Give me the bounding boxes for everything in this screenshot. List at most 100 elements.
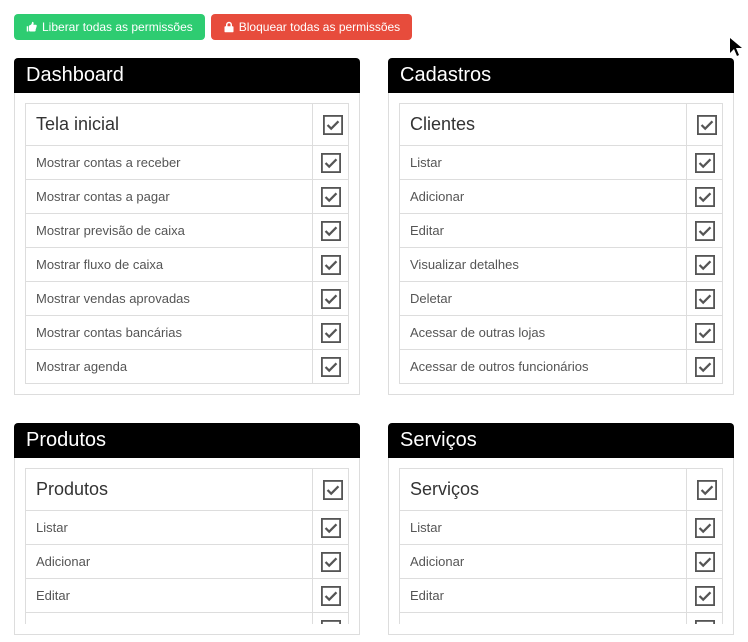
permission-label: Listar [400, 511, 687, 545]
permission-row: Listar [26, 511, 349, 545]
permission-label: Mostrar contas bancárias [26, 316, 313, 350]
permission-checkbox[interactable] [313, 350, 349, 384]
permission-checkbox[interactable] [687, 350, 723, 384]
panel-body: ServiçosListarAdicionarEditarVisualizar … [388, 458, 734, 635]
permission-checkbox[interactable] [313, 248, 349, 282]
permission-row: Adicionar [400, 180, 723, 214]
permission-row: Mostrar fluxo de caixa [26, 248, 349, 282]
permission-label: Mostrar previsão de caixa [26, 214, 313, 248]
permission-group-header: Produtos [26, 469, 349, 511]
permission-group-header: Tela inicial [26, 104, 349, 146]
scroll-area[interactable]: ClientesListarAdicionarEditarVisualizar … [399, 103, 723, 384]
permission-label: Listar [26, 511, 313, 545]
permission-checkbox[interactable] [687, 579, 723, 613]
permission-label: Mostrar fluxo de caixa [26, 248, 313, 282]
panel: ServiçosServiçosListarAdicionarEditarVis… [388, 423, 734, 635]
permission-checkbox[interactable] [313, 511, 349, 545]
permission-label: Acessar de outras lojas [400, 316, 687, 350]
permission-label: Adicionar [400, 545, 687, 579]
permission-checkbox[interactable] [687, 613, 723, 625]
permissions-table: Tela inicialMostrar contas a receberMost… [25, 103, 349, 384]
permission-checkbox[interactable] [687, 214, 723, 248]
permission-label: Visualizar detalhes [400, 248, 687, 282]
release-all-button[interactable]: Liberar todas as permissões [14, 14, 205, 40]
permission-row: Visualizar detalhes [26, 613, 349, 625]
permissions-table: ClientesListarAdicionarEditarVisualizar … [399, 103, 723, 384]
permission-checkbox[interactable] [687, 511, 723, 545]
permission-checkbox[interactable] [687, 248, 723, 282]
permission-row: Editar [400, 214, 723, 248]
permission-checkbox[interactable] [687, 282, 723, 316]
permission-group-title: Tela inicial [26, 104, 313, 146]
permission-label: Mostrar agenda [26, 350, 313, 384]
permission-checkbox[interactable] [313, 180, 349, 214]
permission-checkbox[interactable] [687, 146, 723, 180]
permission-group-header: Clientes [400, 104, 723, 146]
permission-checkbox[interactable] [313, 579, 349, 613]
permission-row: Acessar de outras lojas [400, 316, 723, 350]
permission-group-checkbox[interactable] [687, 104, 723, 146]
permission-row: Mostrar contas a receber [26, 146, 349, 180]
scroll-area[interactable]: ServiçosListarAdicionarEditarVisualizar … [399, 468, 723, 624]
scroll-area[interactable]: ProdutosListarAdicionarEditarVisualizar … [25, 468, 349, 624]
panel-body: ClientesListarAdicionarEditarVisualizar … [388, 93, 734, 395]
permission-label: Mostrar contas a receber [26, 146, 313, 180]
permission-row: Mostrar vendas aprovadas [26, 282, 349, 316]
panel-body: ProdutosListarAdicionarEditarVisualizar … [14, 458, 360, 635]
permission-row: Adicionar [400, 545, 723, 579]
permission-label: Editar [400, 579, 687, 613]
permission-label: Mostrar contas a pagar [26, 180, 313, 214]
permissions-table: ProdutosListarAdicionarEditarVisualizar … [25, 468, 349, 624]
panel: ProdutosProdutosListarAdicionarEditarVis… [14, 423, 360, 635]
permission-row: Listar [400, 146, 723, 180]
permission-group-checkbox[interactable] [687, 469, 723, 511]
permission-row: Mostrar contas a pagar [26, 180, 349, 214]
block-all-label: Bloquear todas as permissões [239, 20, 400, 34]
permission-label: Deletar [400, 282, 687, 316]
permission-label: Editar [26, 579, 313, 613]
panel-header: Produtos [14, 423, 360, 458]
block-all-button[interactable]: Bloquear todas as permissões [211, 14, 412, 40]
lock-icon [223, 21, 235, 33]
panel-body: Tela inicialMostrar contas a receberMost… [14, 93, 360, 395]
permission-group-title: Produtos [26, 469, 313, 511]
permission-label: Listar [400, 146, 687, 180]
permission-group-title: Serviços [400, 469, 687, 511]
permission-row: Editar [26, 579, 349, 613]
top-buttons: Liberar todas as permissões Bloquear tod… [14, 14, 734, 40]
scroll-area[interactable]: Tela inicialMostrar contas a receberMost… [25, 103, 349, 384]
permission-row: Adicionar [26, 545, 349, 579]
permission-checkbox[interactable] [687, 180, 723, 214]
permission-checkbox[interactable] [313, 316, 349, 350]
permission-checkbox[interactable] [313, 613, 349, 625]
permission-label: Adicionar [26, 545, 313, 579]
permission-checkbox[interactable] [687, 316, 723, 350]
permission-row: Mostrar contas bancárias [26, 316, 349, 350]
permission-label: Adicionar [400, 180, 687, 214]
permission-group-title: Clientes [400, 104, 687, 146]
permission-checkbox[interactable] [687, 545, 723, 579]
permissions-table: ServiçosListarAdicionarEditarVisualizar … [399, 468, 723, 624]
permission-row: Deletar [400, 282, 723, 316]
permission-label: Visualizar detalhes [26, 613, 313, 625]
permission-checkbox[interactable] [313, 146, 349, 180]
permission-row: Visualizar detalhes [400, 248, 723, 282]
permission-checkbox[interactable] [313, 282, 349, 316]
panel: CadastrosClientesListarAdicionarEditarVi… [388, 58, 734, 395]
permission-group-checkbox[interactable] [313, 469, 349, 511]
permission-group-checkbox[interactable] [313, 104, 349, 146]
permission-row: Mostrar previsão de caixa [26, 214, 349, 248]
permission-label: Acessar de outros funcionários [400, 350, 687, 384]
panel-header: Dashboard [14, 58, 360, 93]
permission-checkbox[interactable] [313, 214, 349, 248]
permission-row: Mostrar agenda [26, 350, 349, 384]
release-all-label: Liberar todas as permissões [42, 20, 193, 34]
permission-checkbox[interactable] [313, 545, 349, 579]
permission-row: Visualizar detalhes [400, 613, 723, 625]
permission-row: Listar [400, 511, 723, 545]
panel-header: Serviços [388, 423, 734, 458]
permission-label: Visualizar detalhes [400, 613, 687, 625]
mouse-cursor-icon [730, 38, 746, 58]
thumbs-up-icon [26, 21, 38, 33]
permission-label: Editar [400, 214, 687, 248]
